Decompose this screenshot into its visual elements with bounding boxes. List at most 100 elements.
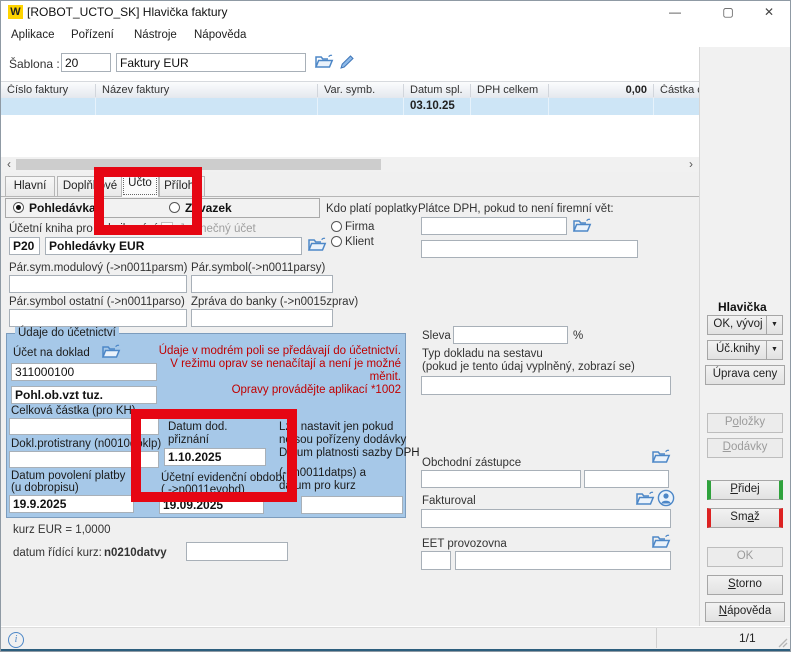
vat-payer-folder-icon[interactable] (572, 217, 592, 234)
invoiced-by-label: Fakturoval (422, 495, 476, 507)
tab-baseline (1, 196, 699, 197)
resize-grip[interactable] (778, 638, 788, 648)
eet-name-input[interactable] (455, 551, 671, 570)
zprava-do-banky-input[interactable] (191, 309, 333, 327)
control-date-input[interactable] (186, 542, 288, 561)
pohledavka-label[interactable]: Pohledávka (29, 202, 96, 214)
vat-payer-input[interactable] (421, 217, 567, 235)
sales-rep-code-input[interactable] (584, 470, 669, 488)
col-nazev-faktury[interactable]: Název faktury (96, 84, 318, 97)
table-hscrollbar[interactable]: ‹ › (1, 157, 699, 172)
app-window: W [ROBOT_UCTO_SK] Hlavička faktury — ▢ ✕… (0, 0, 791, 652)
payment-date-label1: Datum povolení platby (11, 470, 125, 482)
scroll-left-icon[interactable]: ‹ (2, 158, 16, 171)
statusbar-divider (656, 628, 657, 648)
hscrollbar-thumb[interactable] (16, 159, 381, 170)
par-symbol-ostatni-input[interactable] (9, 309, 187, 327)
pridej-button[interactable]: Přidej (707, 480, 783, 500)
ok-button: OK (707, 547, 783, 567)
chevron-down-icon[interactable]: ▼ (766, 316, 782, 334)
template-name-input[interactable] (116, 53, 306, 72)
bluebox-warning-line1: Údaje v modrém poli se předávají do účet… (129, 345, 401, 358)
payment-date-input[interactable] (9, 495, 134, 513)
book-label: Účetní kniha pro zaknihování (9, 223, 157, 235)
tab-hlavni[interactable]: Hlavní (5, 176, 55, 196)
unique-account-checkbox[interactable] (161, 222, 173, 234)
edit-pencil-icon[interactable] (339, 54, 355, 70)
book-name-input[interactable] (45, 237, 302, 255)
tab-prilohy[interactable]: Přílohy (159, 176, 205, 196)
maximize-button[interactable]: ▢ (710, 1, 746, 23)
discount-input[interactable] (453, 326, 568, 344)
report-type-input[interactable] (421, 376, 671, 395)
invoiced-by-person-icon[interactable] (657, 489, 675, 507)
payment-date-label2: (u dobropisu) (11, 482, 79, 494)
vat-date-label1: Datum dod. (168, 421, 227, 433)
chevron-down-icon[interactable]: ▼ (766, 341, 782, 359)
uc-knihy-button[interactable]: Úč.knihy ▼ (707, 340, 783, 360)
note-line4: (->n0011datps) a (279, 467, 366, 479)
tab-ucto[interactable]: Účto (121, 173, 159, 197)
col-cislo-faktury[interactable]: Číslo faktury (1, 84, 96, 97)
col-castka[interactable]: Částka ci (654, 84, 699, 97)
col-var-symb[interactable]: Var. symb. (318, 84, 404, 97)
control-date-field: n0210datvy (104, 547, 167, 559)
unique-account-label: Jedinečný účet (179, 223, 256, 235)
template-code-input[interactable] (61, 53, 111, 72)
vat-payer-name-input[interactable] (421, 240, 638, 258)
klient-label[interactable]: Klient (345, 236, 374, 248)
report-type-label2: (pokud je tento údaj vyplněný, zobrazí s… (422, 361, 635, 373)
open-template-folder-icon[interactable] (314, 53, 334, 70)
storno-button[interactable]: Storno (707, 575, 783, 595)
minimize-button[interactable]: — (657, 1, 693, 23)
firma-label[interactable]: Firma (345, 221, 374, 233)
scroll-right-icon[interactable]: › (684, 158, 698, 171)
panel-title: Hlavička (718, 301, 767, 313)
sales-rep-input[interactable] (421, 470, 581, 488)
pohledavka-radio[interactable] (13, 202, 24, 213)
eet-code-input[interactable] (421, 551, 451, 570)
vat-date-input[interactable] (164, 448, 266, 466)
ok-vyvoj-button[interactable]: OK, vývoj ▼ (707, 315, 783, 335)
menu-nastroje[interactable]: Nástroje (134, 29, 177, 41)
menu-aplikace[interactable]: Aplikace (11, 29, 54, 41)
book-code-input[interactable] (9, 237, 40, 255)
smaz-button[interactable]: Smaž (707, 508, 783, 528)
period-input[interactable] (159, 496, 264, 514)
invoice-table-header: Číslo faktury Název faktury Var. symb. D… (1, 81, 699, 99)
klient-radio[interactable] (331, 236, 342, 247)
account-folder-icon[interactable] (101, 343, 121, 360)
close-button[interactable]: ✕ (751, 1, 787, 23)
eet-folder-icon[interactable] (651, 533, 671, 550)
col-dph-sum[interactable]: 0,00 (549, 84, 654, 97)
bluebox-warning-line3: měnit. (129, 371, 401, 384)
zavazek-label[interactable]: Závazek (185, 202, 232, 214)
tab-doplnkove[interactable]: Doplňkové (57, 176, 123, 196)
counterparty-doc-input[interactable] (9, 451, 159, 468)
invoiced-by-folder-icon[interactable] (635, 490, 655, 507)
napoveda-button[interactable]: Nápověda (705, 602, 785, 622)
table-row[interactable]: 03.10.25 (1, 98, 699, 115)
par-sym-modulovy-label: Pár.sym.modulový (->n0011parsm) (9, 262, 187, 274)
info-icon[interactable]: i (8, 632, 24, 648)
book-folder-icon[interactable] (307, 236, 327, 253)
window-title: [ROBOT_UCTO_SK] Hlavička faktury (27, 5, 228, 19)
par-symbol-input[interactable] (191, 275, 333, 293)
zavazek-radio[interactable] (169, 202, 180, 213)
discount-label: Sleva (422, 330, 451, 342)
menu-napoveda[interactable]: Nápověda (194, 29, 246, 41)
col-dph-celkem[interactable]: DPH celkem (471, 84, 549, 97)
rate-date-input[interactable] (301, 496, 403, 514)
uprava-ceny-button[interactable]: Úprava ceny (705, 365, 785, 385)
page-indicator: 1/1 (739, 632, 756, 644)
polozky-button: Položky (707, 413, 783, 433)
firma-radio[interactable] (331, 221, 342, 232)
par-sym-modulovy-input[interactable] (9, 275, 187, 293)
col-datum-spl[interactable]: Datum spl. (404, 84, 471, 97)
menu-porizeni[interactable]: Pořízení (71, 29, 114, 41)
report-type-label1: Typ dokladu na sestavu (422, 348, 543, 360)
sales-rep-folder-icon[interactable] (651, 448, 671, 465)
total-amount-input[interactable] (9, 418, 159, 435)
note-line5: datum pro kurz (279, 480, 356, 492)
invoiced-by-input[interactable] (421, 509, 671, 528)
